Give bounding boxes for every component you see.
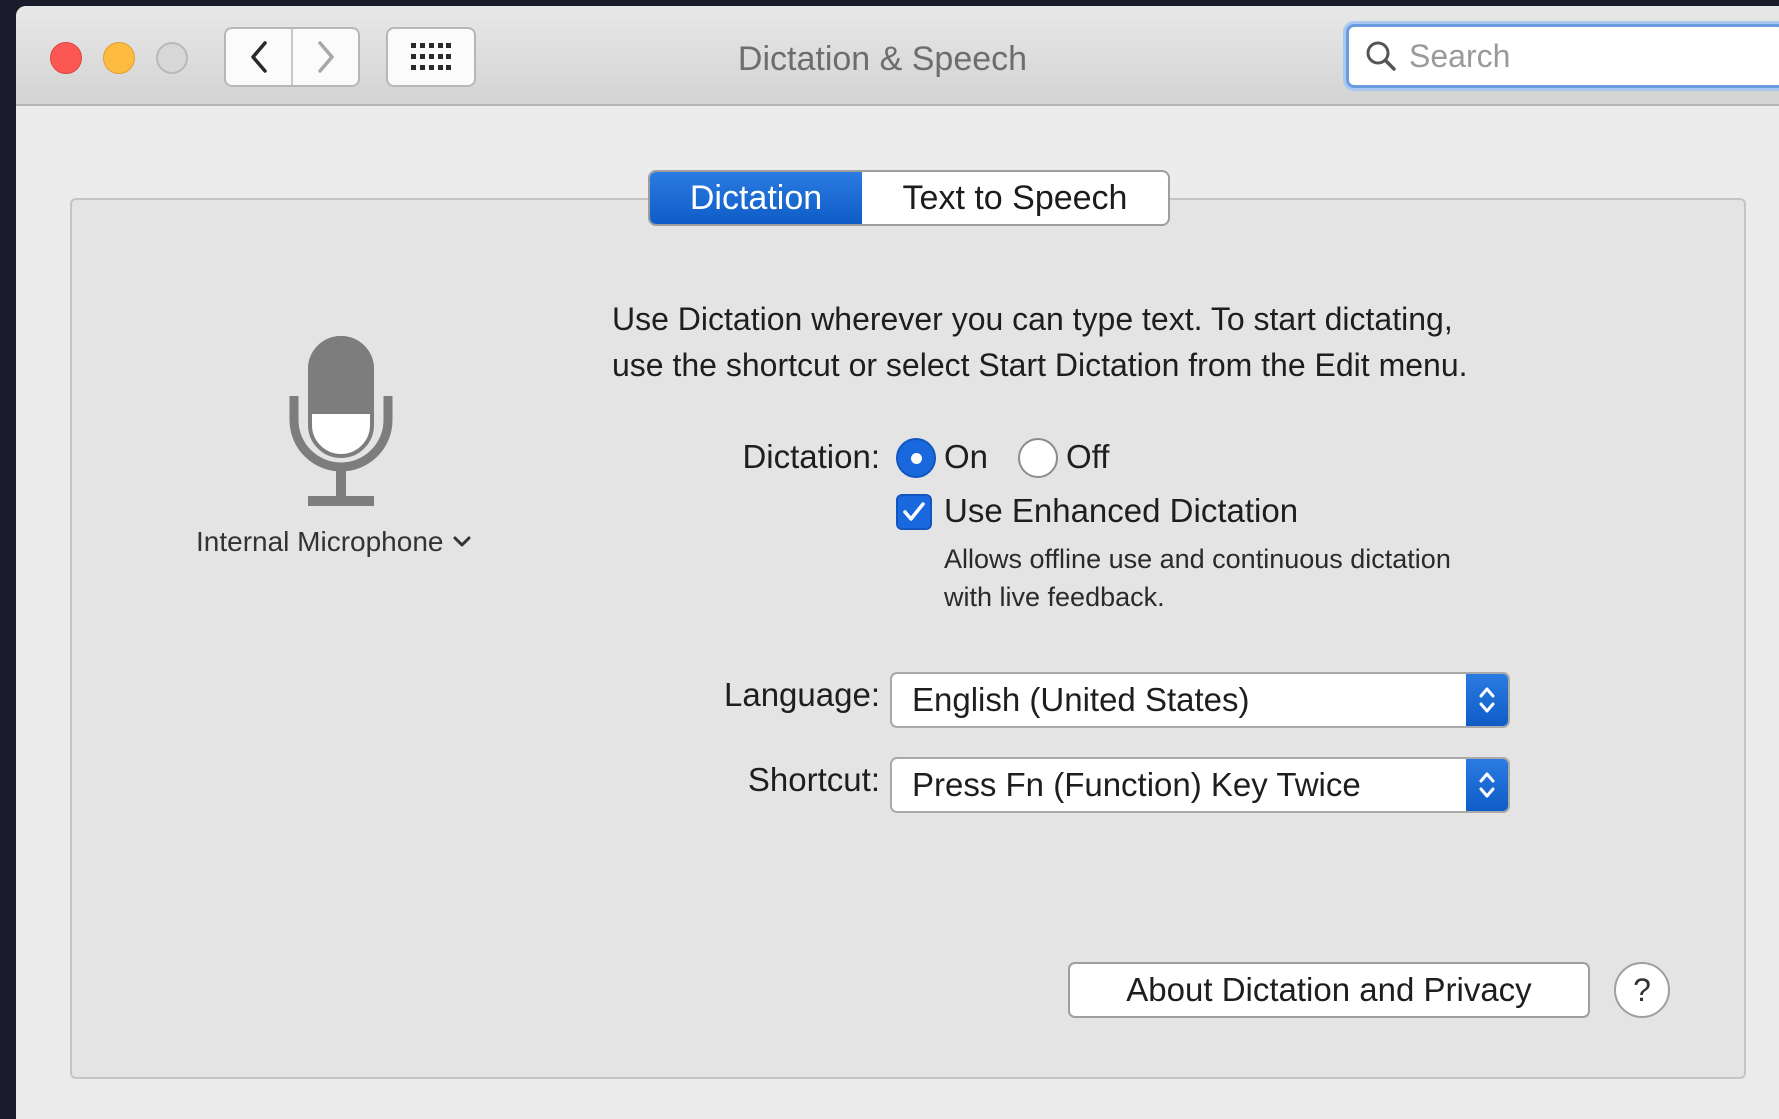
chevron-down-icon <box>453 536 471 547</box>
up-down-chevron-icon <box>1479 772 1495 798</box>
help-button[interactable]: ? <box>1614 962 1670 1018</box>
shortcut-stepper <box>1466 759 1508 811</box>
tab-dictation[interactable]: Dictation <box>650 172 862 224</box>
dictation-off-label: Off <box>1066 438 1110 475</box>
description-line-2: use the shortcut or select Start Dictati… <box>612 347 1468 383</box>
tab-bar: Dictation Text to Speech <box>648 170 1170 226</box>
shortcut-popup[interactable]: Press Fn (Function) Key Twice <box>890 757 1510 813</box>
up-down-chevron-icon <box>1479 687 1495 713</box>
language-popup[interactable]: English (United States) <box>890 672 1510 728</box>
shortcut-value: Press Fn (Function) Key Twice <box>912 766 1361 803</box>
enhanced-dictation-help: Allows offline use and continuous dictat… <box>944 540 1564 616</box>
about-dictation-privacy-button[interactable]: About Dictation and Privacy <box>1068 962 1590 1018</box>
search-icon <box>1365 40 1397 72</box>
search-input[interactable] <box>1409 37 1769 75</box>
microphone-icon <box>289 336 393 506</box>
description-line-1: Use Dictation wherever you can type text… <box>612 301 1453 337</box>
dictation-label: Dictation: <box>742 438 880 475</box>
enhanced-dictation-label: Use Enhanced Dictation <box>944 492 1299 529</box>
dictation-off-radio[interactable] <box>1018 438 1058 478</box>
language-value: English (United States) <box>912 681 1250 718</box>
search-field[interactable] <box>1346 24 1779 88</box>
checkmark-icon <box>903 502 925 521</box>
language-stepper <box>1466 674 1508 726</box>
dictation-description: Use Dictation wherever you can type text… <box>612 296 1612 388</box>
title-bar: Dictation & Speech <box>16 6 1779 106</box>
tab-text-to-speech[interactable]: Text to Speech <box>862 172 1168 224</box>
dictation-on-label: On <box>944 438 989 475</box>
microphone-source-popup[interactable]: Internal Microphone <box>196 526 471 558</box>
preferences-window: Dictation & Speech Dictation Text to Spe… <box>16 6 1779 1119</box>
enhanced-help-line-1: Allows offline use and continuous dictat… <box>944 544 1451 574</box>
microphone-label: Internal Microphone <box>196 526 444 557</box>
dictation-on-radio[interactable] <box>896 438 936 478</box>
enhanced-help-line-2: with live feedback. <box>944 582 1165 612</box>
shortcut-label: Shortcut: <box>747 761 880 798</box>
language-label: Language: <box>724 676 880 713</box>
enhanced-dictation-checkbox[interactable] <box>896 494 932 530</box>
